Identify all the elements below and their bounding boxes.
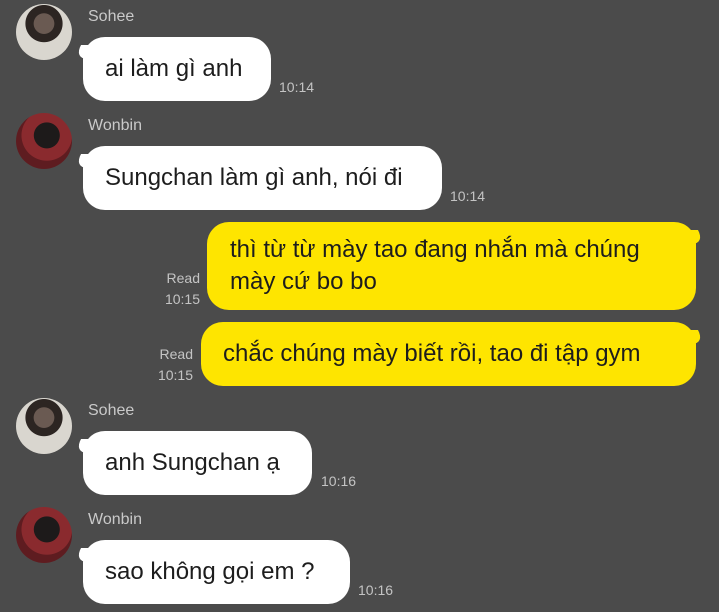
message-text: sao không gọi em ? [105,558,315,585]
wonbin-avatar[interactable] [16,507,72,563]
read-label: Read [159,346,193,362]
message-time: 10:15 [157,367,193,383]
message-time: 10:16 [358,582,394,598]
message-text-line: mày cứ bo bo [230,268,377,295]
message-bubble[interactable]: sao không gọi em ? [83,540,350,604]
sohee-avatar[interactable] [16,4,72,60]
message-bubble[interactable]: ai làm gì anh [83,37,271,101]
message-time: 10:16 [321,473,357,489]
message-time: 10:15 [164,291,200,307]
sender-name: Wonbin [88,511,142,528]
read-receipt: Read 10:15 [160,268,200,310]
message-text: ai làm gì anh [105,55,243,82]
message-text: Sungchan làm gì anh, nói đi [105,164,403,191]
message-time: 10:14 [450,188,486,204]
message-bubble[interactable]: chắc chúng mày biết rồi, tao đi tập gym [201,322,696,386]
sohee-avatar[interactable] [16,398,72,454]
read-receipt: Read 10:15 [153,344,193,386]
message-time: 10:14 [279,79,315,95]
message-bubble[interactable]: thì từ từ mày tao đang nhắn mà chúng mày… [207,222,696,310]
message-text: chắc chúng mày biết rồi, tao đi tập gym [223,340,641,367]
sender-name: Sohee [88,8,135,25]
sender-name: Sohee [88,402,135,419]
message-text: anh Sungchan ạ [105,449,280,476]
wonbin-avatar[interactable] [16,113,72,169]
sender-name: Wonbin [88,117,142,134]
message-text-line: thì từ từ mày tao đang nhắn mà chúng [230,236,640,263]
message-bubble[interactable]: anh Sungchan ạ [83,431,312,495]
read-label: Read [166,270,200,286]
message-bubble[interactable]: Sungchan làm gì anh, nói đi [83,146,442,210]
